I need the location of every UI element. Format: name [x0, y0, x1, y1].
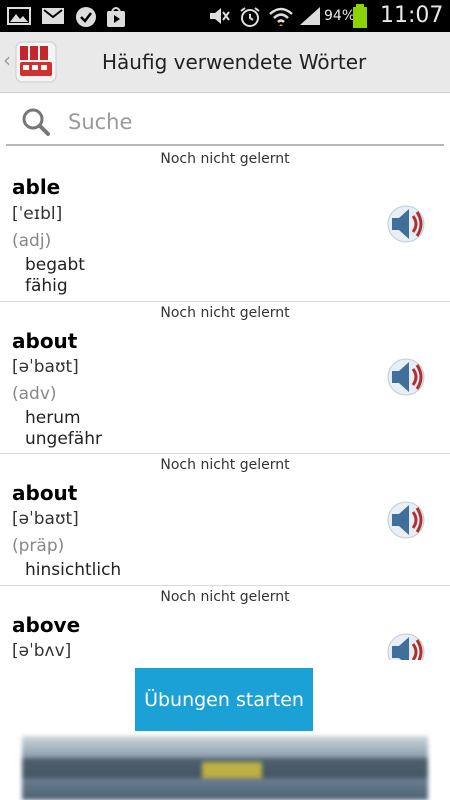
app-logo[interactable]: [14, 40, 58, 84]
action-bar: ‹ Häufig verwendete Wörter: [0, 32, 450, 93]
battery-icon: [353, 4, 367, 28]
list-item[interactable]: Noch nicht gelernt about [əˈbaʊt] (adv) …: [0, 302, 450, 454]
learning-status: Noch nicht gelernt: [160, 151, 290, 167]
list-item[interactable]: Noch nicht gelernt able [ˈeɪbl] (adj) be…: [0, 148, 450, 302]
word: above: [12, 613, 81, 637]
phonetic: [əˈbʌv]: [12, 641, 72, 660]
play-store-icon: [107, 7, 125, 27]
search-icon[interactable]: [20, 106, 52, 138]
back-icon[interactable]: ‹: [3, 48, 11, 72]
word: about: [12, 481, 78, 505]
word: able: [12, 175, 61, 199]
part-of-speech: (adj): [12, 231, 52, 251]
alarm-icon: [240, 7, 260, 27]
word-list[interactable]: Noch nicht gelernt able [ˈeɪbl] (adj) be…: [0, 148, 450, 660]
phonetic: [ˈeɪbl]: [12, 204, 63, 224]
speaker-icon[interactable]: [382, 628, 430, 660]
translation: begabt: [25, 255, 85, 275]
learning-status: Noch nicht gelernt: [160, 457, 290, 473]
translation: hinsichtlich: [25, 560, 122, 580]
phonetic: [əˈbaʊt]: [12, 509, 79, 529]
check-icon: [76, 7, 96, 27]
translation: fähig: [25, 276, 68, 296]
learning-status: Noch nicht gelernt: [160, 589, 290, 605]
part-of-speech: (präp): [12, 536, 65, 556]
start-exercises-button[interactable]: Übungen starten: [135, 668, 313, 731]
search-bar: [6, 100, 444, 146]
search-input[interactable]: [66, 106, 440, 138]
list-item[interactable]: Noch nicht gelernt about [əˈbaʊt] (präp)…: [0, 454, 450, 586]
phonetic: [əˈbaʊt]: [12, 357, 79, 377]
mute-icon: [210, 8, 230, 24]
page-title: Häufig verwendete Wörter: [102, 50, 367, 74]
list-item[interactable]: Noch nicht gelernt above [əˈbʌv]: [0, 586, 450, 660]
ad-banner-badge: [202, 762, 262, 778]
learning-status: Noch nicht gelernt: [160, 305, 290, 321]
speaker-icon[interactable]: [382, 200, 430, 248]
ad-banner[interactable]: [22, 736, 428, 800]
clock: 11:07: [380, 3, 444, 28]
speaker-icon[interactable]: [382, 496, 430, 544]
word: about: [12, 329, 78, 353]
gmail-icon: [42, 8, 64, 24]
speaker-icon[interactable]: [382, 353, 430, 401]
translation: herum: [25, 408, 81, 428]
status-bar: 94% 11:07: [0, 0, 450, 32]
translation: ungefähr: [25, 429, 102, 449]
signal-icon: [300, 7, 320, 25]
gallery-icon: [7, 7, 31, 25]
wifi-icon: [269, 7, 293, 26]
part-of-speech: (adv): [12, 384, 57, 404]
battery-percent: 94%: [324, 8, 356, 24]
